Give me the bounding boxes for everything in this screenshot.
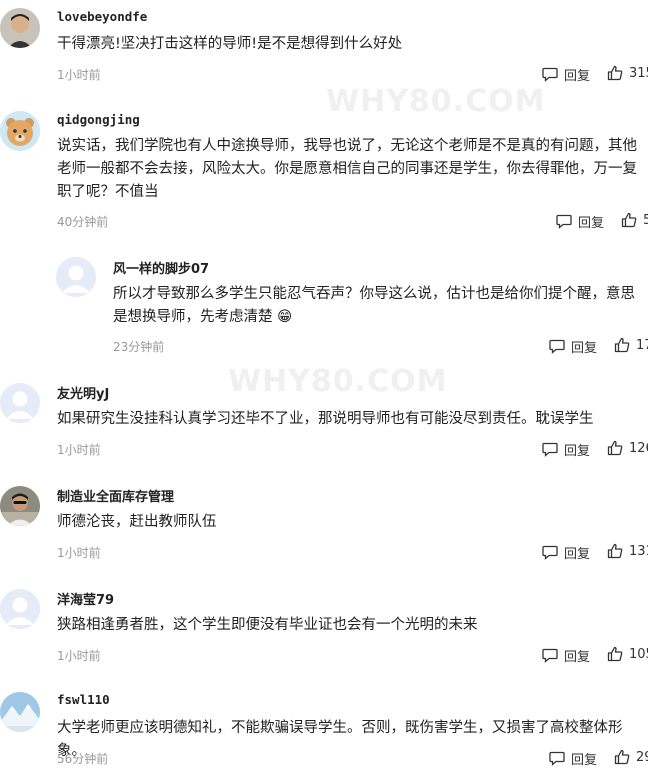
like-count: 131	[629, 543, 648, 559]
emoji: 😁	[277, 309, 293, 325]
like-count: 17	[636, 337, 648, 353]
username[interactable]: fswl110	[57, 692, 110, 707]
reply-label: 回复	[571, 341, 598, 356]
like-button[interactable]: 105	[607, 646, 648, 662]
timestamp: 56分钟前	[57, 752, 109, 766]
reply-label: 回复	[564, 650, 591, 665]
avatar[interactable]	[0, 8, 40, 48]
reply-label: 回复	[564, 69, 591, 84]
reply-button[interactable]: 回复	[549, 749, 597, 768]
reply-label: 回复	[564, 444, 591, 459]
thumbs-up-icon	[621, 212, 637, 228]
like-button[interactable]: 126	[607, 440, 648, 456]
timestamp: 1小时前	[57, 546, 101, 560]
like-count: 29	[636, 749, 648, 765]
reply-label: 回复	[571, 753, 598, 768]
like-count: 5	[643, 212, 648, 228]
thumbs-up-icon	[607, 543, 623, 559]
comment-icon	[549, 339, 565, 354]
thumbs-up-icon	[614, 337, 630, 353]
avatar[interactable]	[0, 111, 40, 151]
like-button[interactable]: 17	[614, 337, 648, 353]
thumbs-up-icon	[607, 65, 623, 81]
username[interactable]: 友光明yJ	[57, 383, 109, 402]
comment-icon	[542, 545, 558, 560]
watermark: WHY80.COM	[326, 84, 546, 119]
comment-text: 如果研究生没挂科认真学习还毕不了业，那说明导师也有可能没尽到责任。耽误学生	[57, 411, 594, 427]
timestamp: 1小时前	[57, 443, 101, 457]
username[interactable]: 洋海莹79	[57, 589, 114, 608]
avatar[interactable]	[0, 589, 40, 629]
reply-button[interactable]: 回复	[542, 646, 590, 665]
avatar[interactable]	[56, 257, 96, 297]
reply-button[interactable]: 回复	[549, 337, 597, 356]
like-button[interactable]: 131	[607, 543, 648, 559]
comment-text: 所以才导致那么多学生只能忍气吞声？你导这么说，估计也是给你们提个醒，意思是想换导…	[113, 286, 635, 325]
thumbs-up-icon	[607, 440, 623, 456]
watermark: WHY80.COM	[228, 364, 448, 399]
like-count: 105	[629, 646, 648, 662]
comment-icon	[542, 648, 558, 663]
username[interactable]: 制造业全面库存管理	[57, 486, 174, 505]
avatar[interactable]	[0, 486, 40, 526]
comment-icon	[549, 751, 565, 766]
timestamp: 23分钟前	[113, 340, 165, 354]
like-button[interactable]: 315	[607, 65, 648, 81]
timestamp: 40分钟前	[57, 215, 109, 229]
timestamp: 1小时前	[57, 649, 101, 663]
reply-button[interactable]: 回复	[542, 543, 590, 562]
like-count: 126	[629, 440, 648, 456]
comment-icon	[542, 442, 558, 457]
avatar[interactable]	[0, 692, 40, 732]
username[interactable]: qidgongjing	[57, 112, 140, 127]
like-button[interactable]: 5	[621, 212, 648, 228]
comment-text: 干得漂亮!坚决打击这样的导师!是不是想得到什么好处	[57, 36, 403, 52]
avatar[interactable]	[0, 383, 40, 423]
timestamp: 1小时前	[57, 68, 101, 82]
comment-text: 说实话，我们学院也有人中途换导师，我导也说了，无论这个老师是不是真的有问题，其他…	[57, 138, 637, 200]
thumbs-up-icon	[614, 749, 630, 765]
reply-label: 回复	[578, 216, 605, 231]
reply-button[interactable]: 回复	[542, 440, 590, 459]
reply-label: 回复	[564, 547, 591, 562]
thumbs-up-icon	[607, 646, 623, 662]
reply-button[interactable]: 回复	[542, 65, 590, 84]
comment-icon	[542, 67, 558, 82]
username[interactable]: lovebeyondfe	[57, 9, 147, 24]
like-button[interactable]: 29	[614, 749, 648, 765]
comment-icon	[556, 214, 572, 229]
comment-text: 狭路相逢勇者胜，这个学生即便没有毕业证也会有一个光明的未来	[57, 617, 478, 633]
like-count: 315	[629, 65, 648, 81]
comment-text: 师德沦丧，赶出教师队伍	[57, 514, 217, 530]
reply-button[interactable]: 回复	[556, 212, 604, 231]
username[interactable]: 风一样的脚步07	[113, 258, 209, 277]
